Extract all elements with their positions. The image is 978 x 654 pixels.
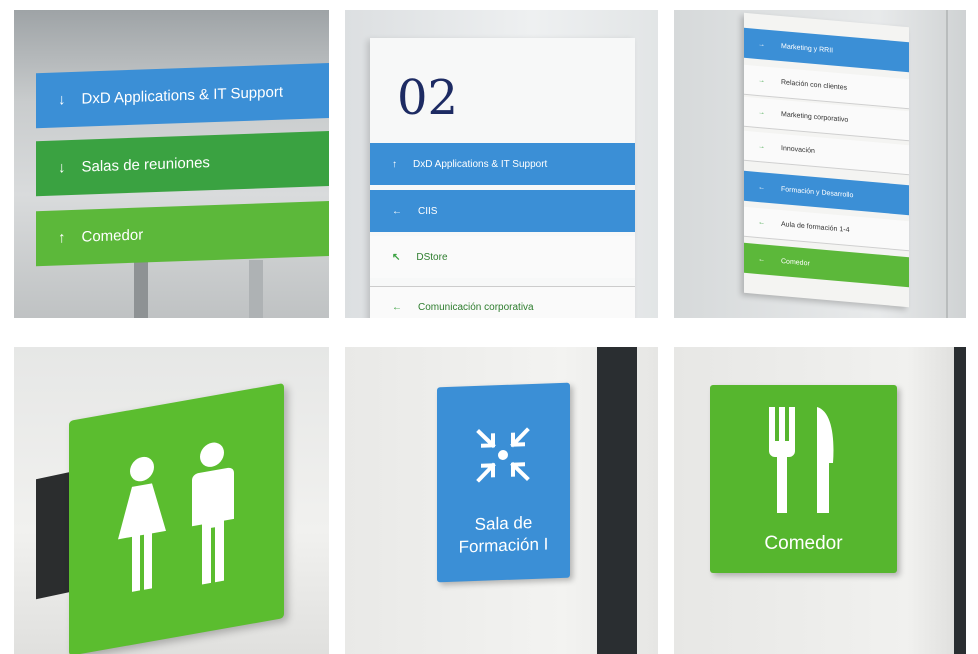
sign-stripe: ← CIIS xyxy=(370,190,635,232)
sign-stripe: ← Comunicación corporativa xyxy=(370,286,635,318)
arrow-right-icon: → xyxy=(758,77,765,85)
photo-restroom-sign xyxy=(14,347,329,654)
sign-label: Formación y Desarrollo xyxy=(781,185,854,199)
arrow-up-icon: ↑ xyxy=(58,229,66,247)
wall-edge xyxy=(946,10,948,318)
arrow-left-icon: ← xyxy=(392,302,402,313)
sign-stripe: ↑ DxD Applications & IT Support xyxy=(370,143,635,185)
sign-label: Comedor xyxy=(781,257,810,268)
photo-floor-directory-sign: 02 ↑ DxD Applications & IT Support ← CII… xyxy=(345,10,658,318)
sign-label: Innovación xyxy=(781,145,815,155)
meeting-point-icon xyxy=(476,427,530,483)
arrow-right-icon: → xyxy=(758,143,765,151)
arrow-left-icon: ← xyxy=(758,255,765,264)
sign-label: Aula de formación 1-4 xyxy=(781,221,850,235)
photo-dining-room-sign: Comedor xyxy=(674,347,966,654)
arrow-down-icon: ↓ xyxy=(58,159,66,177)
arrow-left-icon: ← xyxy=(758,183,765,192)
sign-label: Marketing corporativo xyxy=(781,111,849,124)
sign-label-line: Formación I xyxy=(458,534,549,557)
fork-knife-icon xyxy=(769,407,834,513)
arrow-down-icon: ↓ xyxy=(58,91,66,109)
photo-wall-directory-sign: → Marketing y RRII → Relación con client… xyxy=(674,10,966,318)
arrow-right-icon: → xyxy=(758,109,765,117)
photo-training-room-sign: Sala de Formación I xyxy=(345,347,658,654)
sign-post xyxy=(134,260,148,318)
dining-room-sign: Comedor xyxy=(710,385,897,573)
sign-stripe: ↓ DxD Applications & IT Support xyxy=(36,62,329,129)
sign-label: Comunicación corporativa xyxy=(418,302,534,313)
arrow-up-left-icon: ↖ xyxy=(392,251,401,263)
training-room-sign: Sala de Formación I xyxy=(437,382,570,583)
sign-label: Sala de Formación I xyxy=(437,511,570,560)
sign-label: CIIS xyxy=(418,205,438,217)
arrow-left-icon: ← xyxy=(392,205,402,217)
restroom-icon xyxy=(118,442,234,592)
door-frame xyxy=(597,347,637,654)
restroom-sign xyxy=(69,383,284,654)
sign-label: Comedor xyxy=(764,533,843,554)
sign-stripe: ↓ Salas de reuniones xyxy=(36,130,329,197)
sign-post xyxy=(249,260,263,318)
arrow-up-icon: ↑ xyxy=(392,158,397,170)
arrow-right-icon: → xyxy=(758,40,765,49)
arrow-left-icon: ← xyxy=(758,219,765,227)
sign-label: Salas de reuniones xyxy=(81,154,210,176)
sign-label: Relación con clientes xyxy=(781,79,848,92)
floor-number: 02 xyxy=(397,70,459,126)
sign-stripe: ↖ DStore xyxy=(370,236,635,278)
sign-label: DStore xyxy=(416,251,448,263)
door-frame xyxy=(954,347,966,654)
sign-label: Marketing y RRII xyxy=(781,42,834,55)
sign-stripe: ↑ Comedor xyxy=(36,200,329,267)
sign-label: DxD Applications & IT Support xyxy=(413,158,548,170)
sign-label: Comedor xyxy=(81,226,144,246)
photo-directional-sign-hanging: ↓ DxD Applications & IT Support ↓ Salas … xyxy=(14,10,329,318)
sign-label: DxD Applications & IT Support xyxy=(81,83,284,108)
